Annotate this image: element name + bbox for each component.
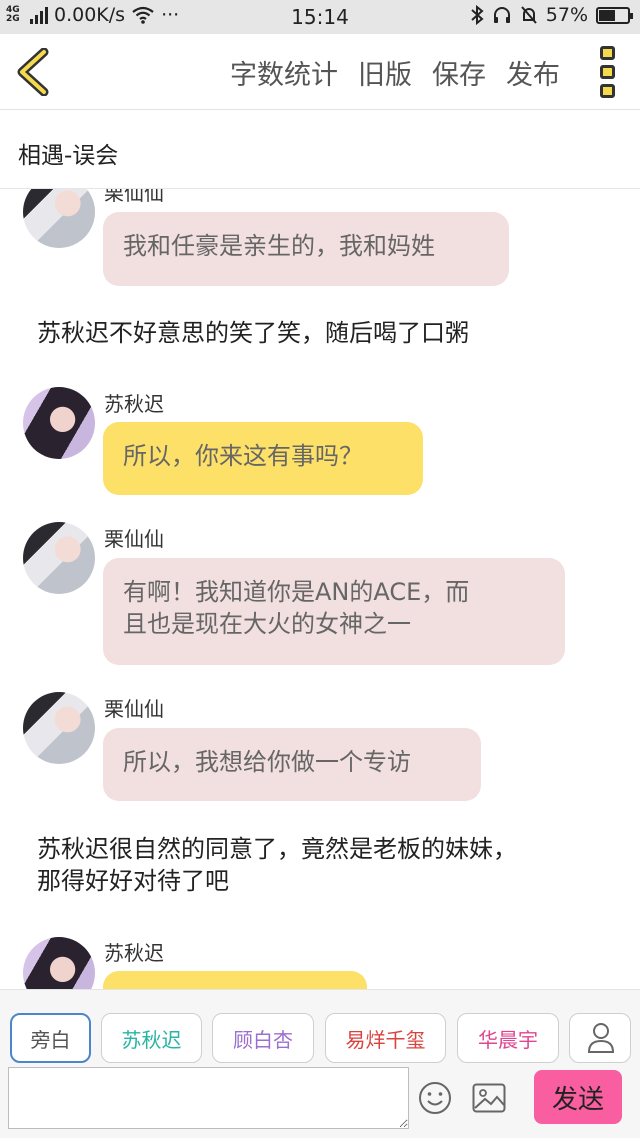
publish-button[interactable]: 发布	[506, 53, 560, 92]
narration-line: 苏秋迟很自然的同意了，竟然是老板的妹妹，	[37, 835, 517, 863]
input-bar: 发送	[0, 1067, 640, 1138]
speaker-name: 栗仙仙	[104, 697, 164, 721]
speaker-name: 苏秋迟	[104, 941, 164, 965]
narration-text[interactable]: 苏秋迟很自然的同意了，竟然是老板的妹妹， 那得好好对待了吧	[37, 833, 517, 897]
status-bar: 4G 2G 0.00K/s ··· 15:14 57%	[0, 0, 640, 34]
chevron-left-icon[interactable]	[14, 48, 54, 96]
message-input[interactable]	[8, 1067, 409, 1129]
message-line: 且也是现在大火的女神之一	[123, 610, 411, 638]
battery-icon	[596, 6, 633, 24]
character-chip-narrator[interactable]: 旁白	[10, 1013, 91, 1063]
message-bubble[interactable]: 所以，你来这有事吗？	[103, 422, 423, 495]
chapter-title: 相遇-误会	[18, 143, 119, 169]
battery-percent: 57%	[545, 4, 588, 26]
top-toolbar: 字数统计 旧版 保存 发布	[0, 34, 640, 110]
character-selector: 旁白 苏秋迟 顾白杏 易烊千玺 华晨宇	[0, 989, 640, 1067]
user-icon[interactable]	[569, 1013, 631, 1063]
word-count-button[interactable]: 字数统计	[230, 53, 338, 92]
more-vertical-icon[interactable]	[600, 46, 618, 98]
chat-list[interactable]: 栗仙仙 我和任豪是亲生的，我和妈姓 苏秋迟不好意思的笑了笑，随后喝了口粥 苏秋迟…	[0, 189, 640, 989]
save-button[interactable]: 保存	[432, 53, 486, 92]
avatar[interactable]	[23, 387, 95, 459]
avatar[interactable]	[23, 937, 95, 989]
narration-line: 那得好好对待了吧	[37, 867, 229, 895]
old-version-button[interactable]: 旧版	[358, 53, 412, 92]
message-bubble[interactable]: 我和任豪是亲生的，我和妈姓	[103, 212, 509, 286]
mute-bell-icon	[521, 6, 537, 24]
speaker-name: 栗仙仙	[104, 527, 164, 551]
message-bubble[interactable]: 有啊！我知道你是AN的ACE，而 且也是现在大火的女神之一	[103, 558, 565, 665]
bluetooth-icon	[471, 5, 484, 25]
avatar[interactable]	[23, 692, 95, 764]
headphone-icon	[493, 7, 510, 23]
chapter-title-bar[interactable]: 相遇-误会	[0, 111, 640, 189]
character-chip-suqiuchi[interactable]: 苏秋迟	[101, 1013, 202, 1063]
message-bubble[interactable]: 所以，我想给你做一个专访	[103, 728, 481, 801]
narration-text[interactable]: 苏秋迟不好意思的笑了笑，随后喝了口粥	[37, 317, 469, 349]
image-icon[interactable]	[472, 1083, 506, 1113]
send-button[interactable]: 发送	[534, 1070, 622, 1124]
message-line: 有啊！我知道你是AN的ACE，而	[123, 578, 470, 606]
message-bubble[interactable]	[103, 971, 367, 989]
emoji-icon[interactable]	[418, 1081, 452, 1115]
character-chip-yiyangqianxi[interactable]: 易烊千玺	[325, 1013, 446, 1063]
speaker-name: 栗仙仙	[104, 189, 164, 205]
avatar[interactable]	[23, 189, 95, 248]
speaker-name: 苏秋迟	[104, 392, 164, 416]
character-chip-huachenyu[interactable]: 华晨宇	[457, 1013, 559, 1063]
character-chip-gubaixing[interactable]: 顾白杏	[212, 1013, 314, 1063]
avatar[interactable]	[23, 522, 95, 594]
